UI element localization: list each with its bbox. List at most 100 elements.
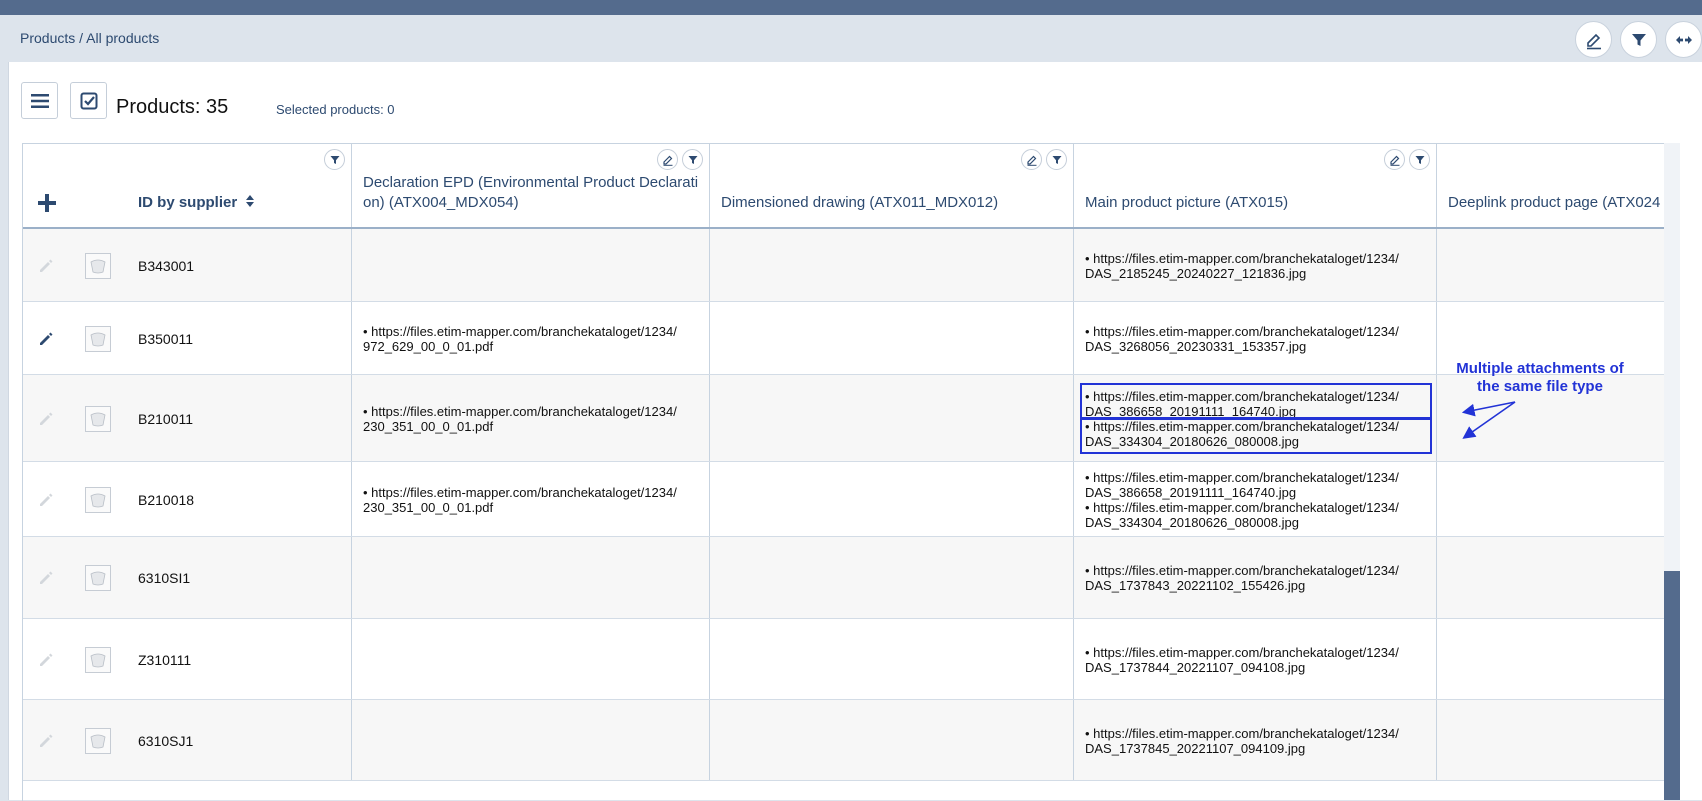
product-image-icon	[90, 412, 106, 426]
epd-link[interactable]: • https://files.etim-mapper.com/branchek…	[363, 485, 677, 500]
annotation-box-1	[1080, 383, 1432, 419]
picture-link[interactable]: • https://files.etim-mapper.com/branchek…	[1085, 726, 1399, 741]
column-label-drawing[interactable]: Dimensioned drawing (ATX011_MDX012)	[721, 193, 998, 213]
table-row[interactable]: 6310SI1 • https://files.etim-mapper.com/b…	[23, 537, 1665, 619]
drawing-cell[interactable]	[710, 302, 1074, 374]
plus-icon[interactable]	[37, 193, 57, 213]
id-by-supplier: 6310SJ1	[138, 732, 194, 749]
id-by-supplier: Z310111	[138, 651, 192, 668]
header-id-icons	[324, 149, 345, 170]
picture-link: DAS_1737843_20221102_155426.jpg	[1085, 578, 1306, 593]
annotation-label: Multiple attachments of the same file ty…	[1445, 360, 1635, 396]
annotation-box-2	[1080, 418, 1432, 454]
table-row[interactable]: B343001 • https://files.etim-mapper.com/b…	[23, 229, 1665, 302]
edit-row-pencil-icon[interactable]	[37, 732, 55, 750]
picture-link: DAS_2185245_20240227_121836.jpg	[1085, 265, 1307, 281]
deeplink-cell[interactable]	[1437, 462, 1665, 536]
edit-drawing-button[interactable]	[1021, 149, 1042, 170]
picture-link: DAS_1737844_20221107_094108.jpg	[1085, 659, 1306, 675]
pencil-icon	[662, 155, 672, 166]
header-id-column: ID by supplier	[23, 144, 352, 227]
product-thumbnail[interactable]	[85, 252, 111, 279]
filter-icon	[1631, 33, 1646, 46]
product-thumbnail[interactable]	[85, 565, 111, 591]
product-image-icon	[90, 734, 106, 748]
annotation-line-1: Multiple attachments of	[1456, 360, 1624, 377]
epd-cell[interactable]	[352, 619, 710, 699]
drawing-cell[interactable]	[710, 462, 1074, 536]
header-drawing-column: Dimensioned drawing (ATX011_MDX012)	[710, 144, 1074, 227]
breadcrumb-root[interactable]: Products	[20, 30, 75, 46]
column-label-deeplink[interactable]: Deeplink product page (ATX024	[1448, 193, 1660, 213]
edit-row-pencil-icon[interactable]	[37, 569, 55, 587]
picture-link[interactable]: • https://files.etim-mapper.com/branchek…	[1085, 645, 1399, 660]
drawing-cell[interactable]	[710, 619, 1074, 699]
id-by-supplier: B350011	[138, 330, 194, 347]
id-by-supplier: B210011	[138, 410, 194, 427]
epd-cell[interactable]	[352, 229, 710, 301]
id-by-supplier: 6310SI1	[138, 570, 191, 586]
epd-link: 230_351_00_0_01.pdf	[363, 418, 494, 434]
filter-epd-button[interactable]	[682, 149, 703, 170]
edit-row-pencil-icon[interactable]	[37, 410, 55, 428]
edit-picture-button[interactable]	[1384, 149, 1405, 170]
product-thumbnail[interactable]	[85, 486, 111, 513]
edit-epd-button[interactable]	[657, 149, 678, 170]
drawing-cell[interactable]	[710, 375, 1074, 461]
header-picture-icons	[1384, 149, 1430, 170]
edit-mode-button[interactable]	[1575, 21, 1612, 58]
product-thumbnail[interactable]	[85, 727, 111, 754]
deeplink-cell[interactable]	[1437, 619, 1665, 699]
filter-button[interactable]	[1620, 21, 1657, 58]
drawing-cell[interactable]	[710, 537, 1074, 618]
picture-link[interactable]: • https://files.etim-mapper.com/branchek…	[1085, 251, 1399, 266]
picture-link[interactable]: • https://files.etim-mapper.com/branchek…	[1085, 500, 1399, 515]
expand-width-button[interactable]	[1665, 21, 1702, 58]
selected-products-count: Selected products: 0	[276, 102, 395, 117]
epd-link[interactable]: • https://files.etim-mapper.com/branchek…	[363, 404, 677, 419]
select-mode-button[interactable]	[70, 82, 107, 119]
filter-drawing-button[interactable]	[1046, 149, 1067, 170]
breadcrumb-current: All products	[86, 30, 160, 46]
column-label-epd[interactable]: Declaration EPD (Environmental Product D…	[363, 173, 698, 213]
picture-link: DAS_1737845_20221107_094109.jpg	[1085, 740, 1306, 756]
drawing-cell[interactable]	[710, 229, 1074, 301]
deeplink-cell[interactable]	[1437, 229, 1665, 301]
product-thumbnail[interactable]	[85, 405, 111, 432]
epd-cell[interactable]	[352, 700, 710, 780]
filter-id-button[interactable]	[324, 149, 345, 170]
id-by-supplier: B210018	[138, 491, 195, 508]
epd-link[interactable]: • https://files.etim-mapper.com/branchek…	[363, 324, 677, 339]
epd-link: 230_351_00_0_01.pdf	[363, 499, 494, 515]
picture-link[interactable]: • https://files.etim-mapper.com/branchek…	[1085, 470, 1399, 485]
menu-button[interactable]	[21, 82, 58, 119]
picture-link: DAS_3268056_20230331_153357.jpg	[1085, 338, 1307, 354]
product-image-icon	[90, 571, 106, 586]
header-deeplink-column: Deeplink product page (ATX024	[1437, 144, 1665, 227]
edit-row-pencil-icon[interactable]	[37, 330, 55, 348]
edit-row-pencil-icon[interactable]	[37, 651, 55, 669]
product-thumbnail[interactable]	[85, 325, 111, 352]
id-by-supplier: B343001	[138, 257, 195, 274]
picture-link: DAS_334304_20180626_080008.jpg	[1085, 514, 1299, 530]
edit-row-pencil-icon[interactable]	[37, 257, 55, 275]
column-label-picture[interactable]: Main product picture (ATX015)	[1085, 193, 1288, 213]
table-row[interactable]: Z310111 • https://files.etim-mapper.com/b…	[23, 619, 1665, 700]
drawing-cell[interactable]	[710, 700, 1074, 780]
sort-icon	[246, 195, 255, 207]
deeplink-cell[interactable]	[1437, 537, 1665, 618]
filter-picture-button[interactable]	[1409, 149, 1430, 170]
table-row[interactable]: 6310SJ1 • https://files.etim-mapper.com/b…	[23, 700, 1665, 781]
table-row[interactable]: B350011 • https://files.etim-mapper.com/b…	[23, 302, 1665, 375]
picture-link[interactable]: • https://files.etim-mapper.com/branchek…	[1085, 324, 1399, 339]
epd-cell[interactable]	[352, 537, 710, 618]
sort-id-column[interactable]: ID by supplier	[138, 193, 255, 213]
picture-link[interactable]: • https://files.etim-mapper.com/branchek…	[1085, 563, 1399, 578]
vertical-scrollbar-thumb[interactable]	[1664, 571, 1680, 800]
table-row[interactable]: B210018 • https://files.etim-mapper.com/b…	[23, 462, 1665, 537]
header-picture-column: Main product picture (ATX015)	[1074, 144, 1437, 227]
deeplink-cell[interactable]	[1437, 700, 1665, 780]
product-thumbnail[interactable]	[85, 646, 111, 673]
product-image-icon	[90, 259, 106, 273]
edit-row-pencil-icon[interactable]	[37, 491, 55, 509]
